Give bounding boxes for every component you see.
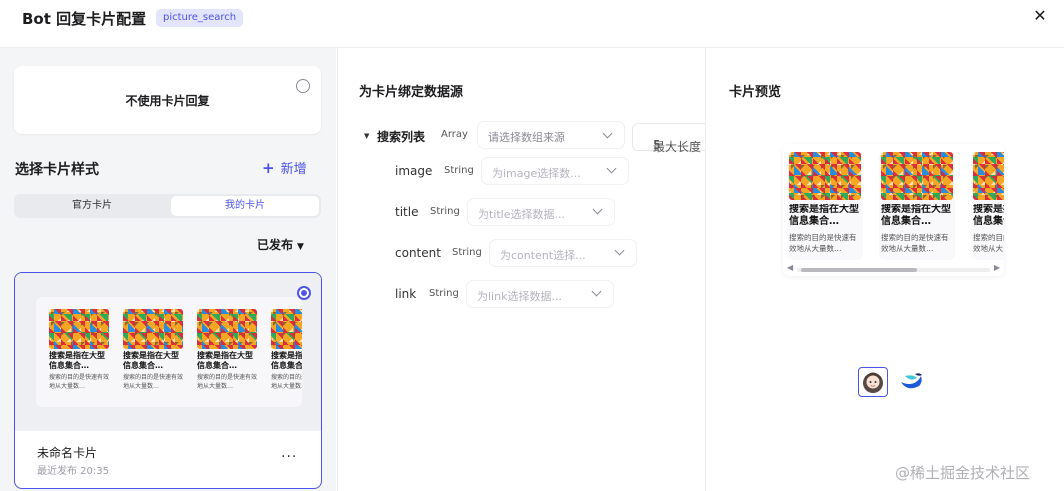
section-title: 选择卡片样式 (15, 162, 99, 178)
preview-item-image (973, 152, 1004, 200)
image-source-select[interactable]: 为image选择数... (482, 158, 628, 184)
thumbnail-item-title: 搜索是指在大型信息集合… (197, 351, 253, 370)
tab-my-cards[interactable]: 我的卡片 (171, 196, 319, 216)
field-link-type: String (429, 288, 459, 299)
field-title-name: title (395, 205, 419, 219)
status-filter-dropdown[interactable]: 已发布 ▼ (257, 236, 304, 253)
no-card-option[interactable]: 不使用卡片回复 (14, 66, 321, 134)
scrollbar-thumb[interactable] (801, 268, 917, 272)
watermark: @稀土掘金技术社区 (895, 464, 1031, 482)
title-source-select[interactable]: 为title选择数据... (468, 199, 614, 225)
preview-item[interactable]: 搜索是指在大型信息集合… 搜索的目的是快速有效地从大量数… (879, 152, 955, 260)
field-link-name: link (395, 287, 417, 301)
preview-item-desc: 搜索的目的是快速有效地从大 (973, 233, 1004, 253)
card-template-item[interactable]: 搜索是指在大型信息集合… 搜索的目的是快速有效地从大量数… 搜索是指在大型信息集… (14, 272, 322, 489)
scroll-right-icon[interactable]: ▶ (994, 263, 1000, 272)
thumbnail-image (271, 309, 302, 349)
thumbnail-item-desc: 搜索的目的是快速有效地从大量数… (197, 374, 257, 390)
chevron-down-icon (591, 286, 602, 297)
field-content-name: content (395, 246, 441, 260)
title-source-placeholder: 为title选择数据... (478, 208, 565, 221)
preview-item-title: 搜索是指在大型信息集合… (789, 204, 859, 227)
preview-item-image (881, 152, 953, 200)
thumbnail-item-desc: 搜索的目的是快速有效地从大量数… (271, 374, 302, 390)
bird-logo-icon (901, 373, 922, 389)
dialog-title: Bot 回复卡片配置 (22, 10, 147, 28)
list-field-type: Array (441, 129, 468, 140)
preview-item-desc: 搜索的目的是快速有效地从大量数… (789, 233, 857, 253)
preview-title: 卡片预览 (729, 85, 782, 100)
chevron-down-icon (606, 163, 617, 174)
preview-item-title: 搜索是指在大型信息集合… (973, 204, 1004, 227)
more-options-icon[interactable]: ··· (281, 449, 297, 465)
thumbnail-item-desc: 搜索的目的是快速有效地从大量数… (49, 374, 109, 390)
close-icon[interactable]: ✕ (1030, 6, 1050, 26)
max-length-input[interactable]: 最大长度 5 (632, 123, 705, 154)
plus-icon: + (262, 159, 275, 177)
card-publish-time: 最近发布 20:35 (37, 466, 109, 477)
no-card-label: 不使用卡片回复 (125, 94, 210, 108)
field-content-type: String (452, 247, 482, 258)
dialog-header: Bot 回复卡片配置 picture_search ✕ (0, 0, 1064, 48)
content-source-placeholder: 为content选择... (500, 249, 586, 262)
thumbnail-item: 搜索是指在大型信息集合… 搜索的目的是快速有效地从大量数… (123, 309, 183, 391)
card-source-tabs: 官方卡片 我的卡片 (14, 194, 321, 218)
card-select-radio[interactable] (297, 286, 311, 300)
card-thumbnail: 搜索是指在大型信息集合… 搜索的目的是快速有效地从大量数… 搜索是指在大型信息集… (15, 273, 321, 431)
card-preview-panel: 卡片预览 搜索是指在大型信息集合… 搜索的目的是快速有效地从大量数… 搜索是指在… (707, 48, 1064, 491)
plugin-tag: picture_search (156, 9, 244, 27)
avatar-icon (863, 372, 883, 393)
array-source-select[interactable]: 请选择数组来源 (478, 122, 624, 148)
binding-title: 为卡片绑定数据源 (359, 85, 464, 100)
link-source-placeholder: 为link选择数据... (477, 290, 562, 303)
field-image-name: image (395, 164, 433, 178)
data-binding-panel: 为卡片绑定数据源 ▼ 搜索列表 Array 请选择数组来源 最大长度 5 ima… (337, 48, 706, 491)
add-card-label: 新增 (280, 162, 307, 177)
preview-item[interactable]: 搜索是指在大型信息集合… 搜索的目的是快速有效地从大量数… (787, 152, 863, 260)
card-name: 未命名卡片 (37, 446, 98, 460)
preview-item-image (789, 152, 861, 200)
field-image-type: String (444, 165, 474, 176)
scroll-left-icon[interactable]: ◀ (787, 263, 793, 272)
link-source-select[interactable]: 为link选择数据... (467, 281, 613, 307)
preview-item[interactable]: 搜索是指在大型信息集合… 搜索的目的是快速有效地从大 (971, 152, 1004, 260)
thumbnail-image (197, 309, 257, 349)
thumbnail-item-title: 搜索是指在大型信息集合… (49, 351, 105, 370)
card-preview: 搜索是指在大型信息集合… 搜索的目的是快速有效地从大量数… 搜索是指在大型信息集… (783, 144, 1004, 276)
preview-item-desc: 搜索的目的是快速有效地从大量数… (881, 233, 949, 253)
thumbnail-item-title: 搜索是指在大型信息集合… (123, 351, 179, 370)
list-field-name: 搜索列表 (377, 130, 426, 144)
status-filter-label: 已发布 (257, 238, 294, 252)
bot-app-icon[interactable] (897, 368, 925, 396)
tab-official-cards[interactable]: 官方卡片 (16, 196, 168, 216)
user-avatar[interactable] (858, 367, 888, 397)
thumbnail-item-title: 搜索是指在大型信息集合… (271, 351, 302, 370)
chevron-down-icon (614, 245, 625, 256)
thumbnail-image (123, 309, 183, 349)
card-style-panel: 不使用卡片回复 选择卡片样式 + 新增 官方卡片 我的卡片 已发布 ▼ 搜索是指在大… (0, 48, 336, 491)
thumbnail-image (49, 309, 109, 349)
thumbnail-item-desc: 搜索的目的是快速有效地从大量数… (123, 374, 183, 390)
thumbnail-item: 搜索是指在大型信息集合… 搜索的目的是快速有效地从大量数… (49, 309, 109, 391)
thumbnail-item: 搜索是指在大型信息集合… 搜索的目的是快速有效地从大量数… (271, 309, 302, 391)
max-length-label: 最大长度 5 (653, 138, 702, 154)
add-card-button[interactable]: + 新增 (262, 158, 307, 177)
chevron-down-icon (592, 204, 603, 215)
array-source-placeholder: 请选择数组来源 (488, 131, 565, 144)
chevron-down-icon (602, 128, 613, 139)
field-title-type: String (430, 206, 460, 217)
image-source-placeholder: 为image选择数... (492, 167, 581, 180)
content-source-select[interactable]: 为content选择... (490, 240, 636, 266)
horizontal-scrollbar[interactable]: ◀ ▶ (787, 263, 1000, 274)
collapse-caret-icon[interactable]: ▼ (364, 132, 369, 140)
caret-down-icon: ▼ (297, 242, 304, 252)
no-card-radio[interactable] (296, 79, 310, 93)
card-thumbnail-content: 搜索是指在大型信息集合… 搜索的目的是快速有效地从大量数… 搜索是指在大型信息集… (36, 297, 302, 407)
preview-item-title: 搜索是指在大型信息集合… (881, 204, 951, 227)
thumbnail-item: 搜索是指在大型信息集合… 搜索的目的是快速有效地从大量数… (197, 309, 257, 391)
